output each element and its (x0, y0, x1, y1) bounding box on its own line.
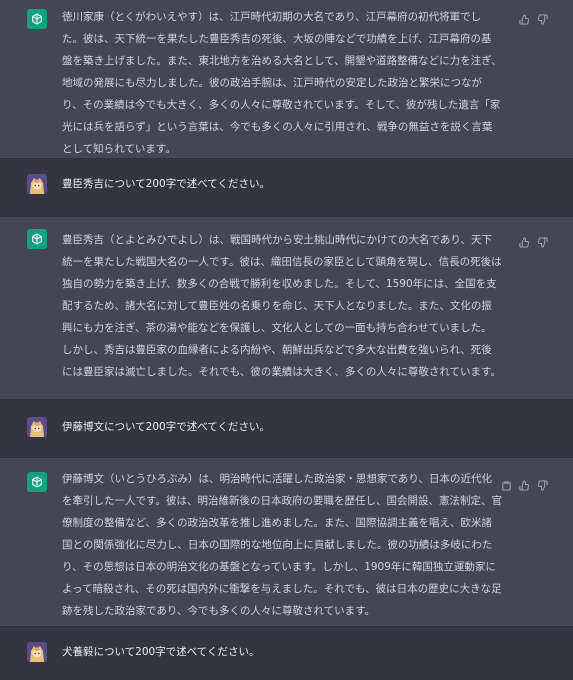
message-text: 伊藤博文（いとうひろぶみ）は、明治時代に活躍した政治家・思想家であり、日本の近代… (62, 473, 502, 617)
openai-logo-icon (27, 229, 47, 249)
assistant-message: 伊藤博文（いとうひろぶみ）は、明治時代に活躍した政治家・思想家であり、日本の近代… (0, 458, 573, 626)
user-message: 豊臣秀吉について200字で述べてください。 (0, 159, 573, 216)
openai-logo-icon (27, 472, 47, 492)
thumbs-up-icon[interactable] (519, 233, 530, 248)
message-actions (501, 476, 548, 491)
openai-logo-icon (27, 9, 47, 29)
thumbs-down-icon[interactable] (537, 10, 548, 25)
message-text: 豊臣秀吉について200字で述べてください。 (62, 178, 270, 190)
user-message: 伊藤博文について200字で述べてください。 (0, 400, 573, 457)
anime-avatar-icon (27, 417, 47, 437)
thumbs-up-icon[interactable] (519, 476, 530, 491)
message-text: 豊臣秀吉（とよとみひでよし）は、戦国時代から安土桃山時代にかけての大名であり、天… (62, 234, 502, 378)
message-text: 伊藤博文について200字で述べてください。 (62, 421, 270, 433)
thumbs-down-icon[interactable] (537, 233, 548, 248)
anime-avatar-icon (27, 174, 47, 194)
message-text: 犬養毅について200字で述べてください。 (62, 646, 260, 658)
clipboard-icon[interactable] (501, 476, 512, 491)
message-actions (519, 10, 548, 25)
anime-avatar-icon (27, 642, 47, 662)
thumbs-down-icon[interactable] (537, 476, 548, 491)
assistant-message: 豊臣秀吉（とよとみひでよし）は、戦国時代から安土桃山時代にかけての大名であり、天… (0, 217, 573, 399)
message-actions (519, 233, 548, 248)
assistant-message: 徳川家康（とくがわいえやす）は、江戸時代初期の大名であり、江戸幕府の初代将軍でし… (0, 0, 573, 158)
user-message: 犬養毅について200字で述べてください。 (0, 627, 573, 680)
message-text: 徳川家康（とくがわいえやす）は、江戸時代初期の大名であり、江戸幕府の初代将軍でし… (62, 11, 502, 155)
thumbs-up-icon[interactable] (519, 10, 530, 25)
